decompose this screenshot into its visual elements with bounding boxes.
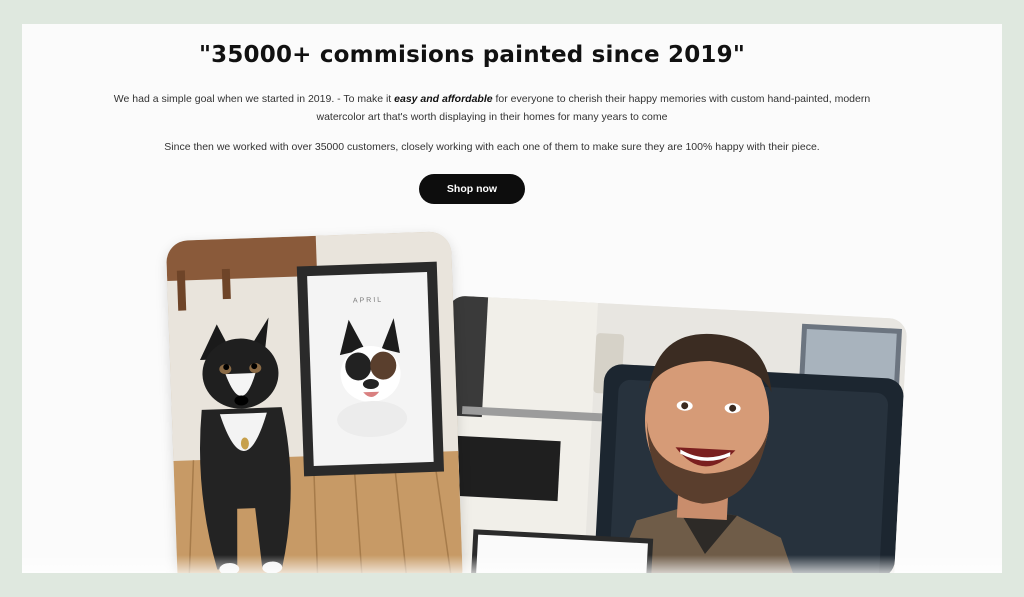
painting-caption: APRIL (353, 297, 383, 305)
customer-photo-man (432, 295, 908, 573)
intro-text-start: We had a simple goal when we started in … (113, 93, 395, 105)
intro-emphasis: easy and affordable (394, 93, 493, 105)
dog-with-painting-photo: APRIL (165, 231, 464, 573)
intro-paragraph: We had a simple goal when we started in … (92, 90, 892, 126)
bottom-fade (22, 555, 1002, 573)
customers-paragraph: Since then we worked with over 35000 cus… (164, 141, 820, 153)
customer-photo-dog: APRIL (165, 231, 464, 573)
shop-now-button[interactable]: Shop now (419, 174, 525, 204)
hero-section: "35000+ commisions painted since 2019" W… (22, 24, 1002, 573)
page-title: "35000+ commisions painted since 2019" (198, 42, 746, 68)
man-with-painting-photo (432, 295, 908, 573)
